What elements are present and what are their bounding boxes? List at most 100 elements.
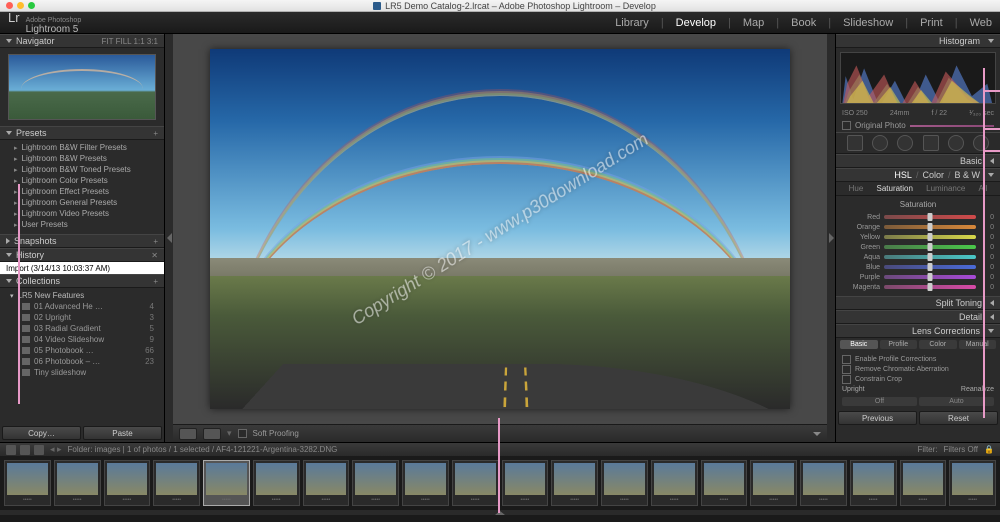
basic-header[interactable]: Basic: [836, 154, 1000, 168]
collection-item[interactable]: Tiny slideshow: [4, 367, 160, 378]
minimize-icon[interactable]: [17, 2, 24, 9]
preset-folder[interactable]: Lightroom Color Presets: [6, 175, 158, 186]
soft-proof-checkbox[interactable]: [238, 429, 247, 438]
split-toning-header[interactable]: Split Toning: [836, 296, 1000, 310]
collection-group[interactable]: LR5 New Features: [4, 290, 160, 301]
collection-item[interactable]: 01 Advanced He …4: [4, 301, 160, 312]
saturation-slider-red[interactable]: Red0: [842, 212, 994, 222]
histogram-display[interactable]: [840, 52, 996, 104]
previous-button[interactable]: Previous: [838, 411, 917, 425]
filmstrip-thumb[interactable]: •••••: [452, 460, 499, 506]
module-print[interactable]: Print: [920, 17, 943, 29]
second-window-icon[interactable]: [20, 445, 30, 455]
crop-tool-icon[interactable]: [847, 135, 863, 151]
toolbar-expand-icon[interactable]: [813, 432, 821, 436]
filmstrip-thumb[interactable]: •••••: [352, 460, 399, 506]
saturation-slider-magenta[interactable]: Magenta0: [842, 282, 994, 292]
copy-button[interactable]: Copy…: [2, 426, 81, 440]
filmstrip-thumb[interactable]: •••••: [402, 460, 449, 506]
collection-item[interactable]: 05 Photobook …66: [4, 345, 160, 356]
main-photo[interactable]: Copyright © 2017 - www.p30download.com: [210, 49, 790, 409]
history-header[interactable]: History✕: [0, 248, 164, 262]
collection-item[interactable]: 04 Video Slideshow9: [4, 334, 160, 345]
reanalyze-button[interactable]: Reanalyze: [961, 386, 994, 393]
detail-header[interactable]: Detail: [836, 310, 1000, 324]
filmstrip-thumb[interactable]: •••••: [551, 460, 598, 506]
lens-option[interactable]: Constrain Crop: [842, 374, 994, 384]
lens-tab-basic[interactable]: Basic: [840, 340, 878, 349]
filmstrip-thumb[interactable]: •••••: [502, 460, 549, 506]
snapshots-header[interactable]: Snapshots+: [0, 234, 164, 248]
preset-folder[interactable]: User Presets: [6, 219, 158, 230]
filmstrip-thumb[interactable]: •••••: [253, 460, 300, 506]
grad-filter-icon[interactable]: [923, 135, 939, 151]
module-slideshow[interactable]: Slideshow: [843, 17, 893, 29]
filmstrip-thumb[interactable]: •••••: [750, 460, 797, 506]
upright-off-button[interactable]: Off: [842, 397, 917, 406]
lens-tab-color[interactable]: Color: [919, 340, 957, 349]
hsl-tab-all[interactable]: All: [979, 184, 988, 193]
spot-removal-icon[interactable]: [872, 135, 888, 151]
filmstrip-thumb[interactable]: •••••: [153, 460, 200, 506]
radial-filter-icon[interactable]: [948, 135, 964, 151]
filmstrip-toggle[interactable]: [0, 510, 1000, 515]
filmstrip-thumb[interactable]: •••••: [900, 460, 947, 506]
histogram-header[interactable]: Histogram: [836, 34, 1000, 48]
saturation-slider-yellow[interactable]: Yellow0: [842, 232, 994, 242]
grid-icon[interactable]: [34, 445, 44, 455]
filmstrip-thumb[interactable]: •••••: [54, 460, 101, 506]
zoom-icon[interactable]: [28, 2, 35, 9]
filmstrip-thumb[interactable]: •••••: [4, 460, 51, 506]
filmstrip-thumb[interactable]: •••••: [104, 460, 151, 506]
filmstrip-thumb[interactable]: •••••: [601, 460, 648, 506]
filmstrip-thumb[interactable]: •••••: [651, 460, 698, 506]
preset-folder[interactable]: Lightroom B&W Toned Presets: [6, 164, 158, 175]
navigator-header[interactable]: Navigator FIT FILL 1:1 3:1: [0, 34, 164, 48]
collection-item[interactable]: 06 Photobook – …23: [4, 356, 160, 367]
paste-button[interactable]: Paste: [83, 426, 162, 440]
main-window-icon[interactable]: [6, 445, 16, 455]
left-panel-toggle[interactable]: [165, 34, 173, 442]
lens-option[interactable]: Remove Chromatic Aberration: [842, 364, 994, 374]
upright-auto-button[interactable]: Auto: [919, 397, 994, 406]
module-library[interactable]: Library: [615, 17, 649, 29]
redeye-icon[interactable]: [897, 135, 913, 151]
saturation-slider-purple[interactable]: Purple0: [842, 272, 994, 282]
filters-off-button[interactable]: Filters Off: [944, 445, 979, 454]
filmstrip-thumb[interactable]: •••••: [949, 460, 996, 506]
filmstrip[interactable]: ••••••••••••••••••••••••••••••••••••••••…: [0, 456, 1000, 510]
hsl-tab-saturation[interactable]: Saturation: [876, 184, 912, 193]
filmstrip-thumb[interactable]: •••••: [303, 460, 350, 506]
preset-folder[interactable]: Lightroom B&W Presets: [6, 153, 158, 164]
saturation-slider-orange[interactable]: Orange0: [842, 222, 994, 232]
filmstrip-path[interactable]: Folder: images | 1 of photos / 1 selecte…: [68, 445, 338, 454]
presets-header[interactable]: Presets+: [0, 126, 164, 140]
lens-tab-profile[interactable]: Profile: [880, 340, 918, 349]
module-map[interactable]: Map: [743, 17, 764, 29]
saturation-slider-aqua[interactable]: Aqua0: [842, 252, 994, 262]
filmstrip-thumb[interactable]: •••••: [701, 460, 748, 506]
original-photo-row[interactable]: Original Photo: [836, 119, 1000, 132]
hsl-tab-hue[interactable]: Hue: [849, 184, 864, 193]
lens-tab-manual[interactable]: Manual: [959, 340, 997, 349]
preset-folder[interactable]: Lightroom General Presets: [6, 197, 158, 208]
collection-item[interactable]: 03 Radial Gradient5: [4, 323, 160, 334]
loupe-view-icon[interactable]: [179, 428, 197, 440]
history-entry[interactable]: Import (3/14/13 10:03:37 AM): [0, 262, 164, 274]
hsl-header[interactable]: HSL/ Color/ B & W: [836, 168, 1000, 182]
before-after-icon[interactable]: [203, 428, 221, 440]
lens-option[interactable]: Enable Profile Corrections: [842, 354, 994, 364]
lens-header[interactable]: Lens Corrections: [836, 324, 1000, 338]
preset-folder[interactable]: Lightroom Effect Presets: [6, 186, 158, 197]
navigator-zoom-opts[interactable]: FIT FILL 1:1 3:1: [102, 37, 158, 46]
preset-folder[interactable]: Lightroom B&W Filter Presets: [6, 142, 158, 153]
filmstrip-thumb[interactable]: •••••: [203, 460, 250, 506]
filmstrip-thumb[interactable]: •••••: [850, 460, 897, 506]
collection-item[interactable]: 02 Upright3: [4, 312, 160, 323]
close-icon[interactable]: [6, 2, 13, 9]
filmstrip-thumb[interactable]: •••••: [800, 460, 847, 506]
navigator-preview[interactable]: [0, 48, 164, 126]
right-panel-toggle[interactable]: [827, 34, 835, 442]
saturation-slider-green[interactable]: Green0: [842, 242, 994, 252]
module-develop[interactable]: Develop: [676, 17, 716, 29]
